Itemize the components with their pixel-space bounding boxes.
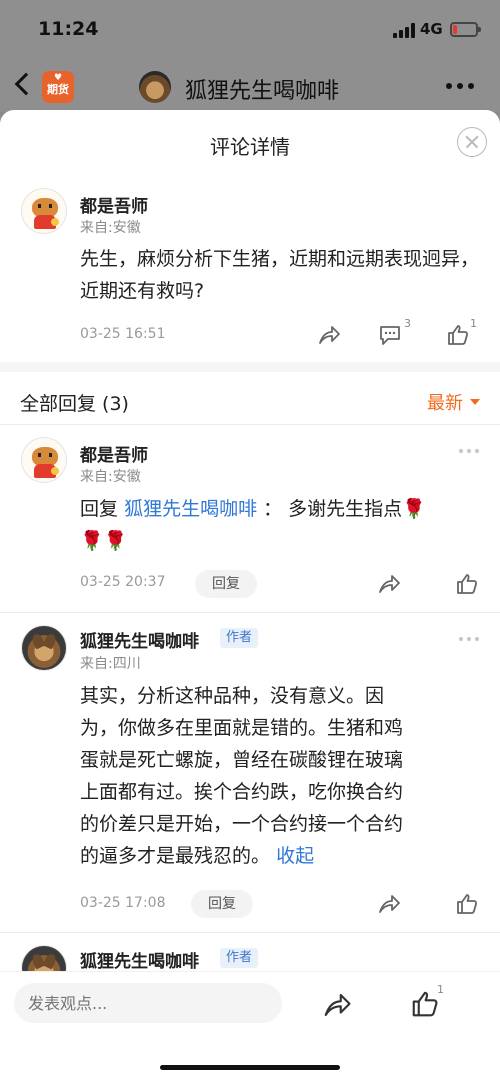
reply-author-name[interactable]: 都是吾师 bbox=[80, 441, 148, 466]
reply-content: 其实，分析这种品种，没有意义。因 为，你做多在里面就是错的。生猪和鸡 蛋就是死亡… bbox=[80, 680, 480, 872]
reply-line: 的价差只是开始，一个合约接一个合约 bbox=[80, 813, 404, 835]
reply-line: 为，你做多在里面就是错的。生猪和鸡 bbox=[80, 717, 404, 739]
back-arrow-icon[interactable] bbox=[14, 72, 38, 96]
comment-time: 03-25 16:51 bbox=[80, 326, 166, 342]
reply-last-line: 的逼多才是最残忍的。 收起 bbox=[80, 840, 480, 872]
bottom-bar: 1 bbox=[0, 971, 500, 1083]
sheet-title: 评论详情 bbox=[210, 135, 290, 159]
battery-low-icon bbox=[450, 22, 481, 37]
sort-dropdown[interactable]: 最新 bbox=[427, 389, 463, 415]
reply-line: 蛋就是死亡螺旋，曾经在碳酸锂在玻璃 bbox=[80, 749, 404, 771]
status-time: 11:24 bbox=[38, 18, 99, 40]
divider bbox=[0, 424, 500, 425]
reply-colon: ： bbox=[257, 498, 283, 520]
divider bbox=[0, 932, 500, 933]
comment-detail-sheet: 评论详情 都是吾师 来自:安徽 先生，麻烦分析下生猪，近期和远期表现迥异，近期还… bbox=[0, 110, 500, 1083]
reply-prefix: 回复 bbox=[80, 498, 119, 520]
comment-count: 3 bbox=[404, 317, 411, 330]
reply-author-name[interactable]: 狐狸先生喝咖啡 bbox=[80, 627, 199, 652]
header-avatar[interactable] bbox=[139, 71, 171, 103]
reply-location: 来自:四川 bbox=[80, 656, 141, 672]
avatar[interactable] bbox=[21, 437, 67, 483]
app-logo[interactable]: 期货 bbox=[42, 59, 74, 103]
more-horizontal-icon[interactable] bbox=[446, 83, 474, 89]
app-header: 期货 狐狸先生喝咖啡 bbox=[0, 59, 500, 112]
more-options-icon[interactable] bbox=[459, 449, 479, 454]
comment-author-name[interactable]: 都是吾师 bbox=[80, 192, 148, 217]
author-tag: 作者 bbox=[220, 948, 259, 968]
share-icon[interactable] bbox=[377, 572, 401, 596]
section-gap bbox=[0, 362, 500, 372]
battery-fill bbox=[453, 25, 457, 34]
rose-emoji: 🌹 bbox=[402, 498, 426, 520]
rose-emoji: 🌹 bbox=[103, 530, 128, 552]
reply-button[interactable]: 回复 bbox=[195, 570, 257, 598]
page-title: 狐狸先生喝咖啡 bbox=[185, 79, 340, 104]
mention-link[interactable]: 狐狸先生喝咖啡 bbox=[124, 498, 257, 520]
reply-content: 回复 狐狸先生喝咖啡 ： 多谢先生指点🌹 🌹🌹 bbox=[80, 493, 480, 557]
reply-button[interactable]: 回复 bbox=[191, 890, 253, 918]
like-count: 1 bbox=[470, 317, 477, 330]
like-count: 1 bbox=[437, 983, 444, 996]
avatar[interactable] bbox=[21, 188, 67, 234]
chevron-down-icon[interactable] bbox=[470, 399, 480, 405]
author-tag: 作者 bbox=[220, 628, 259, 648]
thumbs-up-icon[interactable] bbox=[410, 989, 440, 1019]
collapse-link[interactable]: 收起 bbox=[276, 845, 314, 867]
signal-bars-icon bbox=[393, 22, 415, 38]
more-options-icon[interactable] bbox=[459, 637, 479, 642]
thumbs-up-icon[interactable] bbox=[455, 572, 479, 596]
comment-content: 先生，麻烦分析下生猪，近期和远期表现迥异，近期还有救吗? bbox=[80, 248, 480, 302]
reply-text: 多谢先生指点 bbox=[288, 498, 403, 520]
comment-input[interactable] bbox=[14, 983, 282, 1023]
reply-time: 03-25 20:37 bbox=[80, 574, 166, 590]
divider bbox=[0, 612, 500, 613]
reply-line: 其实，分析这种品种，没有意义。因 bbox=[80, 685, 385, 707]
status-bar: 11:24 4G bbox=[0, 0, 500, 62]
reply-location: 来自:安徽 bbox=[80, 469, 141, 485]
network-label: 4G bbox=[420, 20, 443, 38]
comment-location: 来自:安徽 bbox=[80, 220, 141, 236]
close-icon[interactable] bbox=[457, 127, 487, 157]
reply-author-name[interactable]: 狐狸先生喝咖啡 bbox=[80, 947, 199, 972]
comment-icon[interactable] bbox=[378, 323, 402, 347]
thumbs-up-icon[interactable] bbox=[455, 892, 479, 916]
avatar[interactable] bbox=[21, 625, 67, 671]
reply-time: 03-25 17:08 bbox=[80, 895, 166, 911]
reply-line: 上面都有过。挨个合约跌，吃你换合约 bbox=[80, 781, 404, 803]
rose-emoji: 🌹 bbox=[80, 530, 104, 552]
replies-title: 全部回复 (3) bbox=[20, 393, 129, 415]
share-icon[interactable] bbox=[322, 990, 352, 1020]
reply-line: 的逼多才是最残忍的。 bbox=[80, 845, 271, 867]
thumbs-up-icon[interactable] bbox=[446, 323, 470, 347]
share-icon[interactable] bbox=[317, 323, 341, 347]
share-icon[interactable] bbox=[377, 892, 401, 916]
home-indicator bbox=[160, 1065, 340, 1070]
